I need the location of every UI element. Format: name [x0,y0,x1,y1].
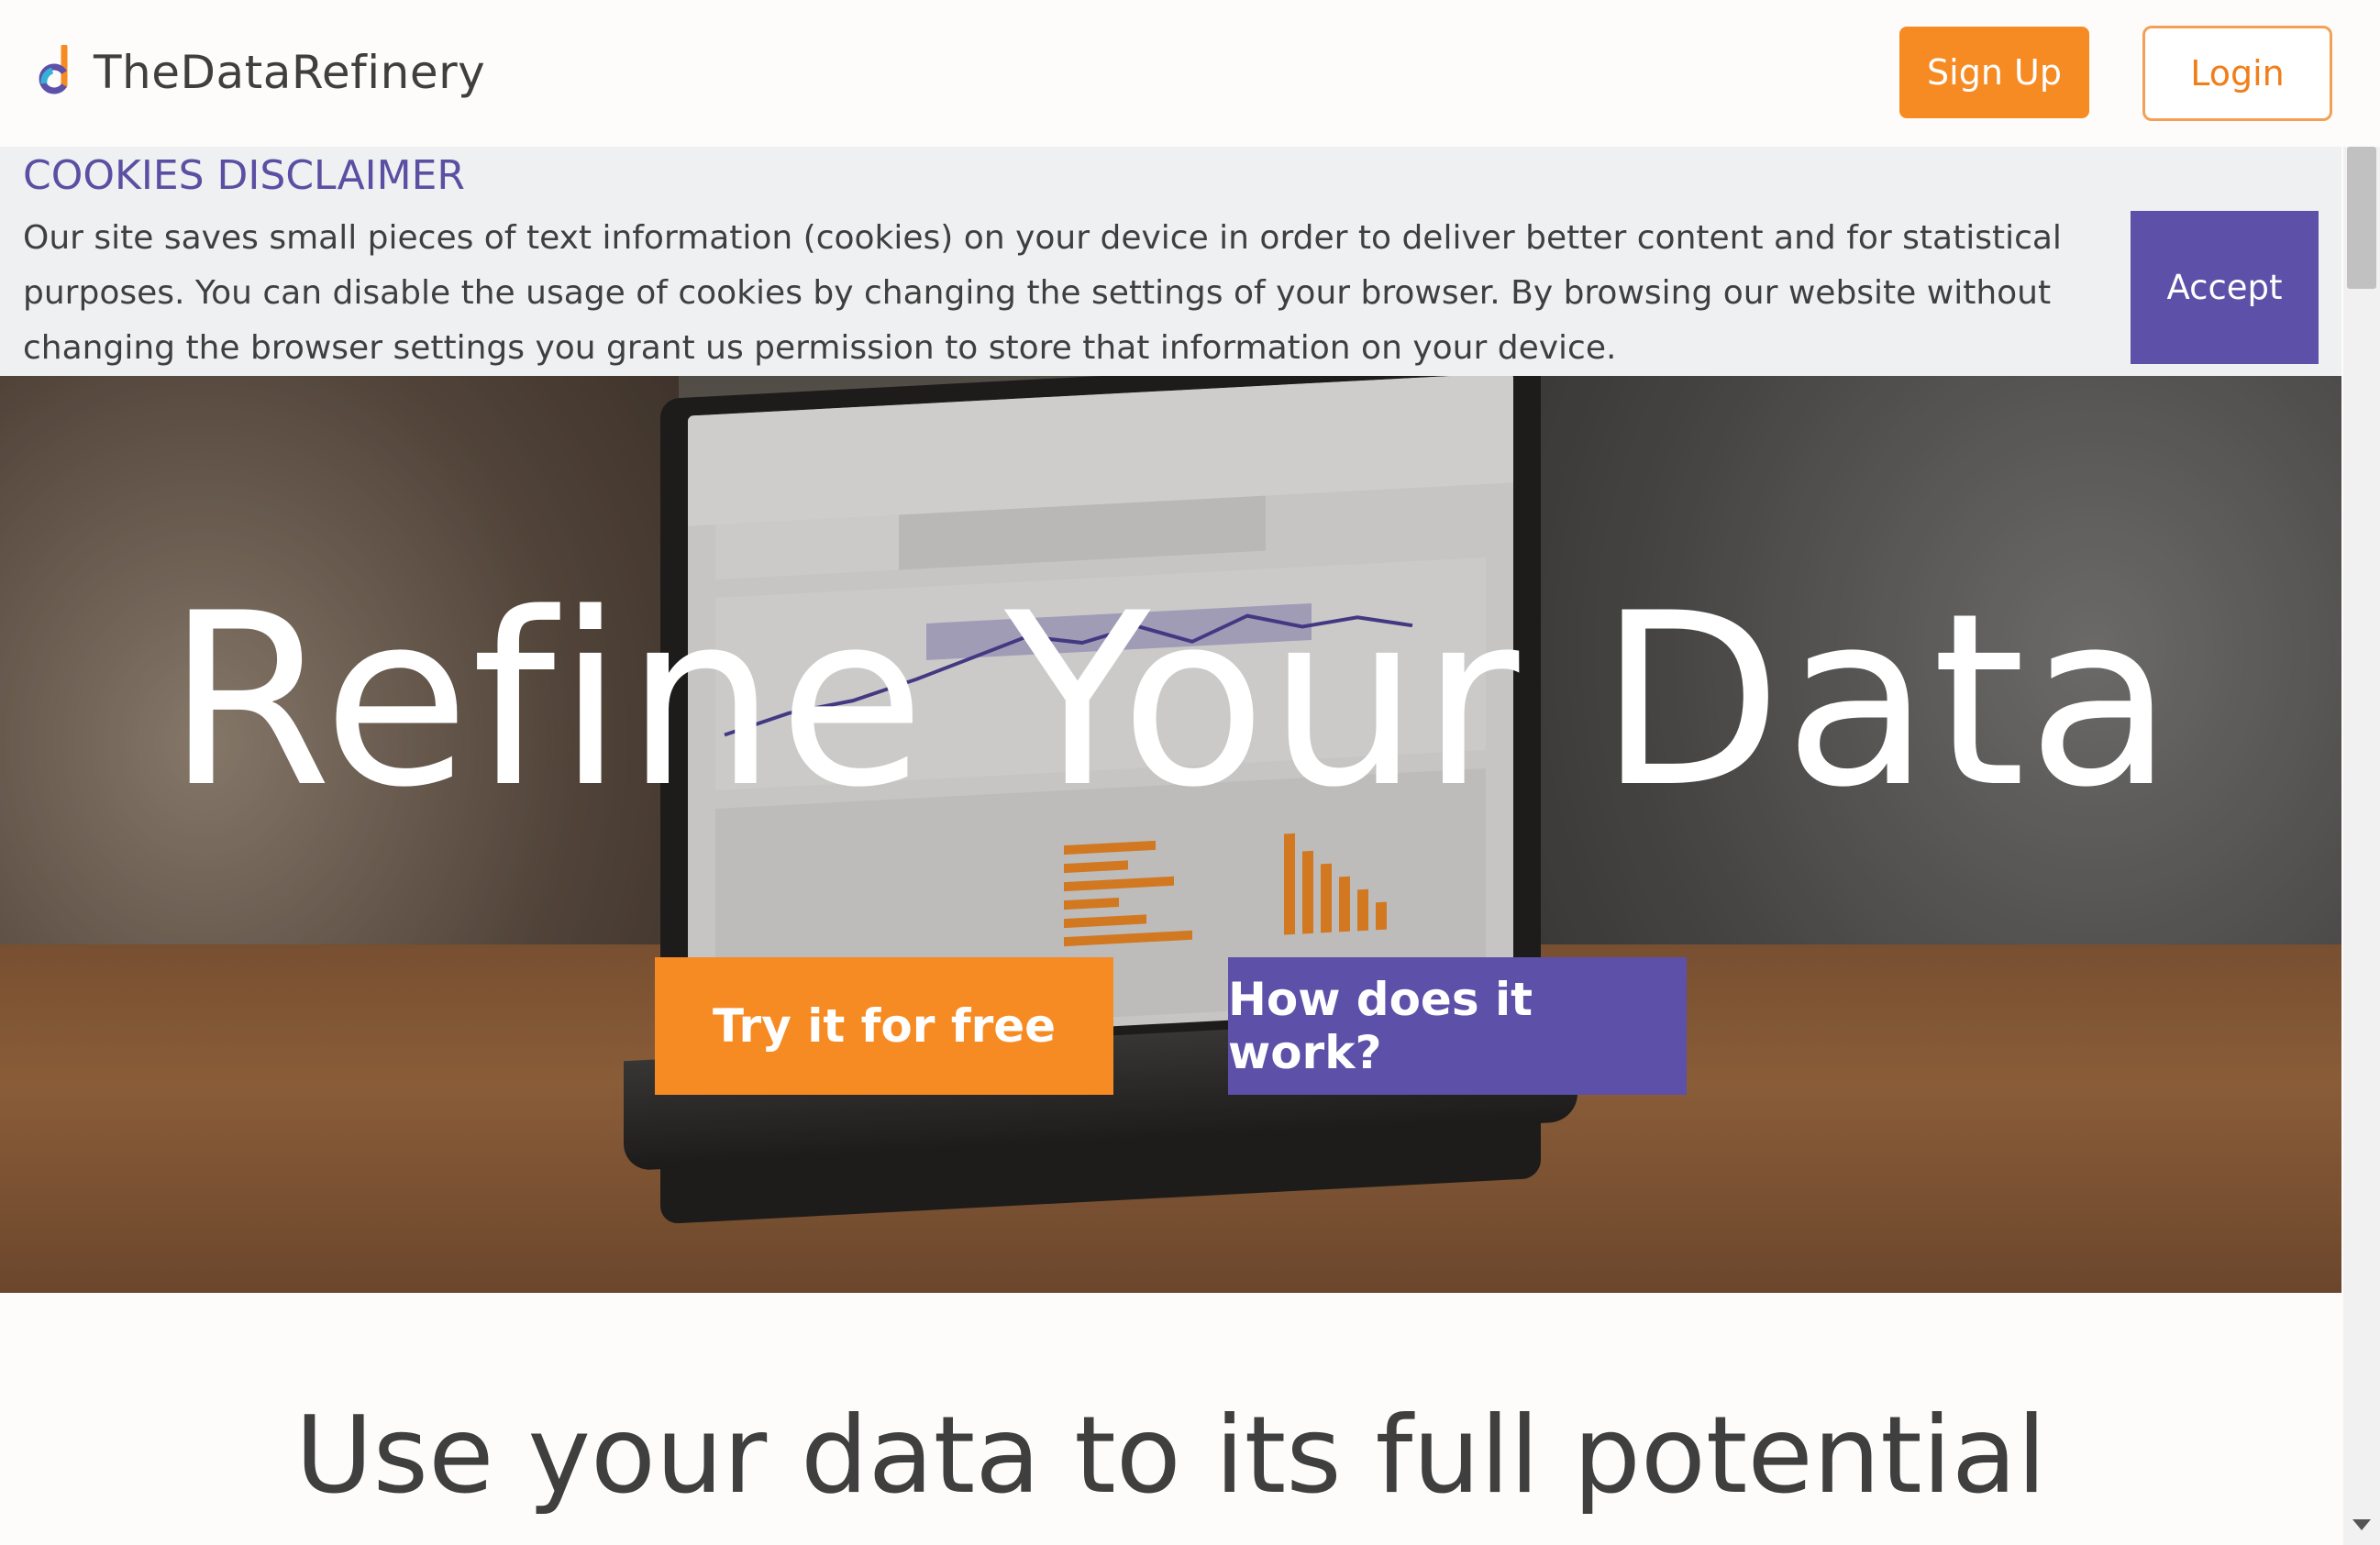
hero-title: Refine Your Data [166,563,2175,840]
scrollbar-thumb[interactable] [2347,147,2376,289]
accept-cookies-button[interactable]: Accept [2131,211,2319,364]
login-button[interactable]: Login [2142,26,2332,121]
scroll-down-arrow-icon[interactable] [2352,1519,2371,1530]
cookie-text: Our site saves small pieces of text info… [23,219,2062,367]
page-scrollbar[interactable] [2343,147,2380,1545]
hero-section: Refine Your Data Try it for free How doe… [0,376,2341,1293]
try-for-free-button[interactable]: Try it for free [655,957,1113,1095]
section-title: Use your data to its full potential [294,1394,2047,1517]
how-does-it-work-button[interactable]: How does it work? [1228,957,1687,1095]
cookie-title: COOKIES DISCLAIMER [23,152,465,199]
logo-icon [39,45,68,94]
brand-name: TheDataRefinery [94,46,486,99]
sign-up-button[interactable]: Sign Up [1899,27,2089,118]
site-logo[interactable]: TheDataRefinery [37,40,485,105]
site-header: TheDataRefinery Sign Up Login [0,0,2343,147]
cookie-banner: COOKIES DISCLAIMER Our site saves small … [0,147,2341,376]
